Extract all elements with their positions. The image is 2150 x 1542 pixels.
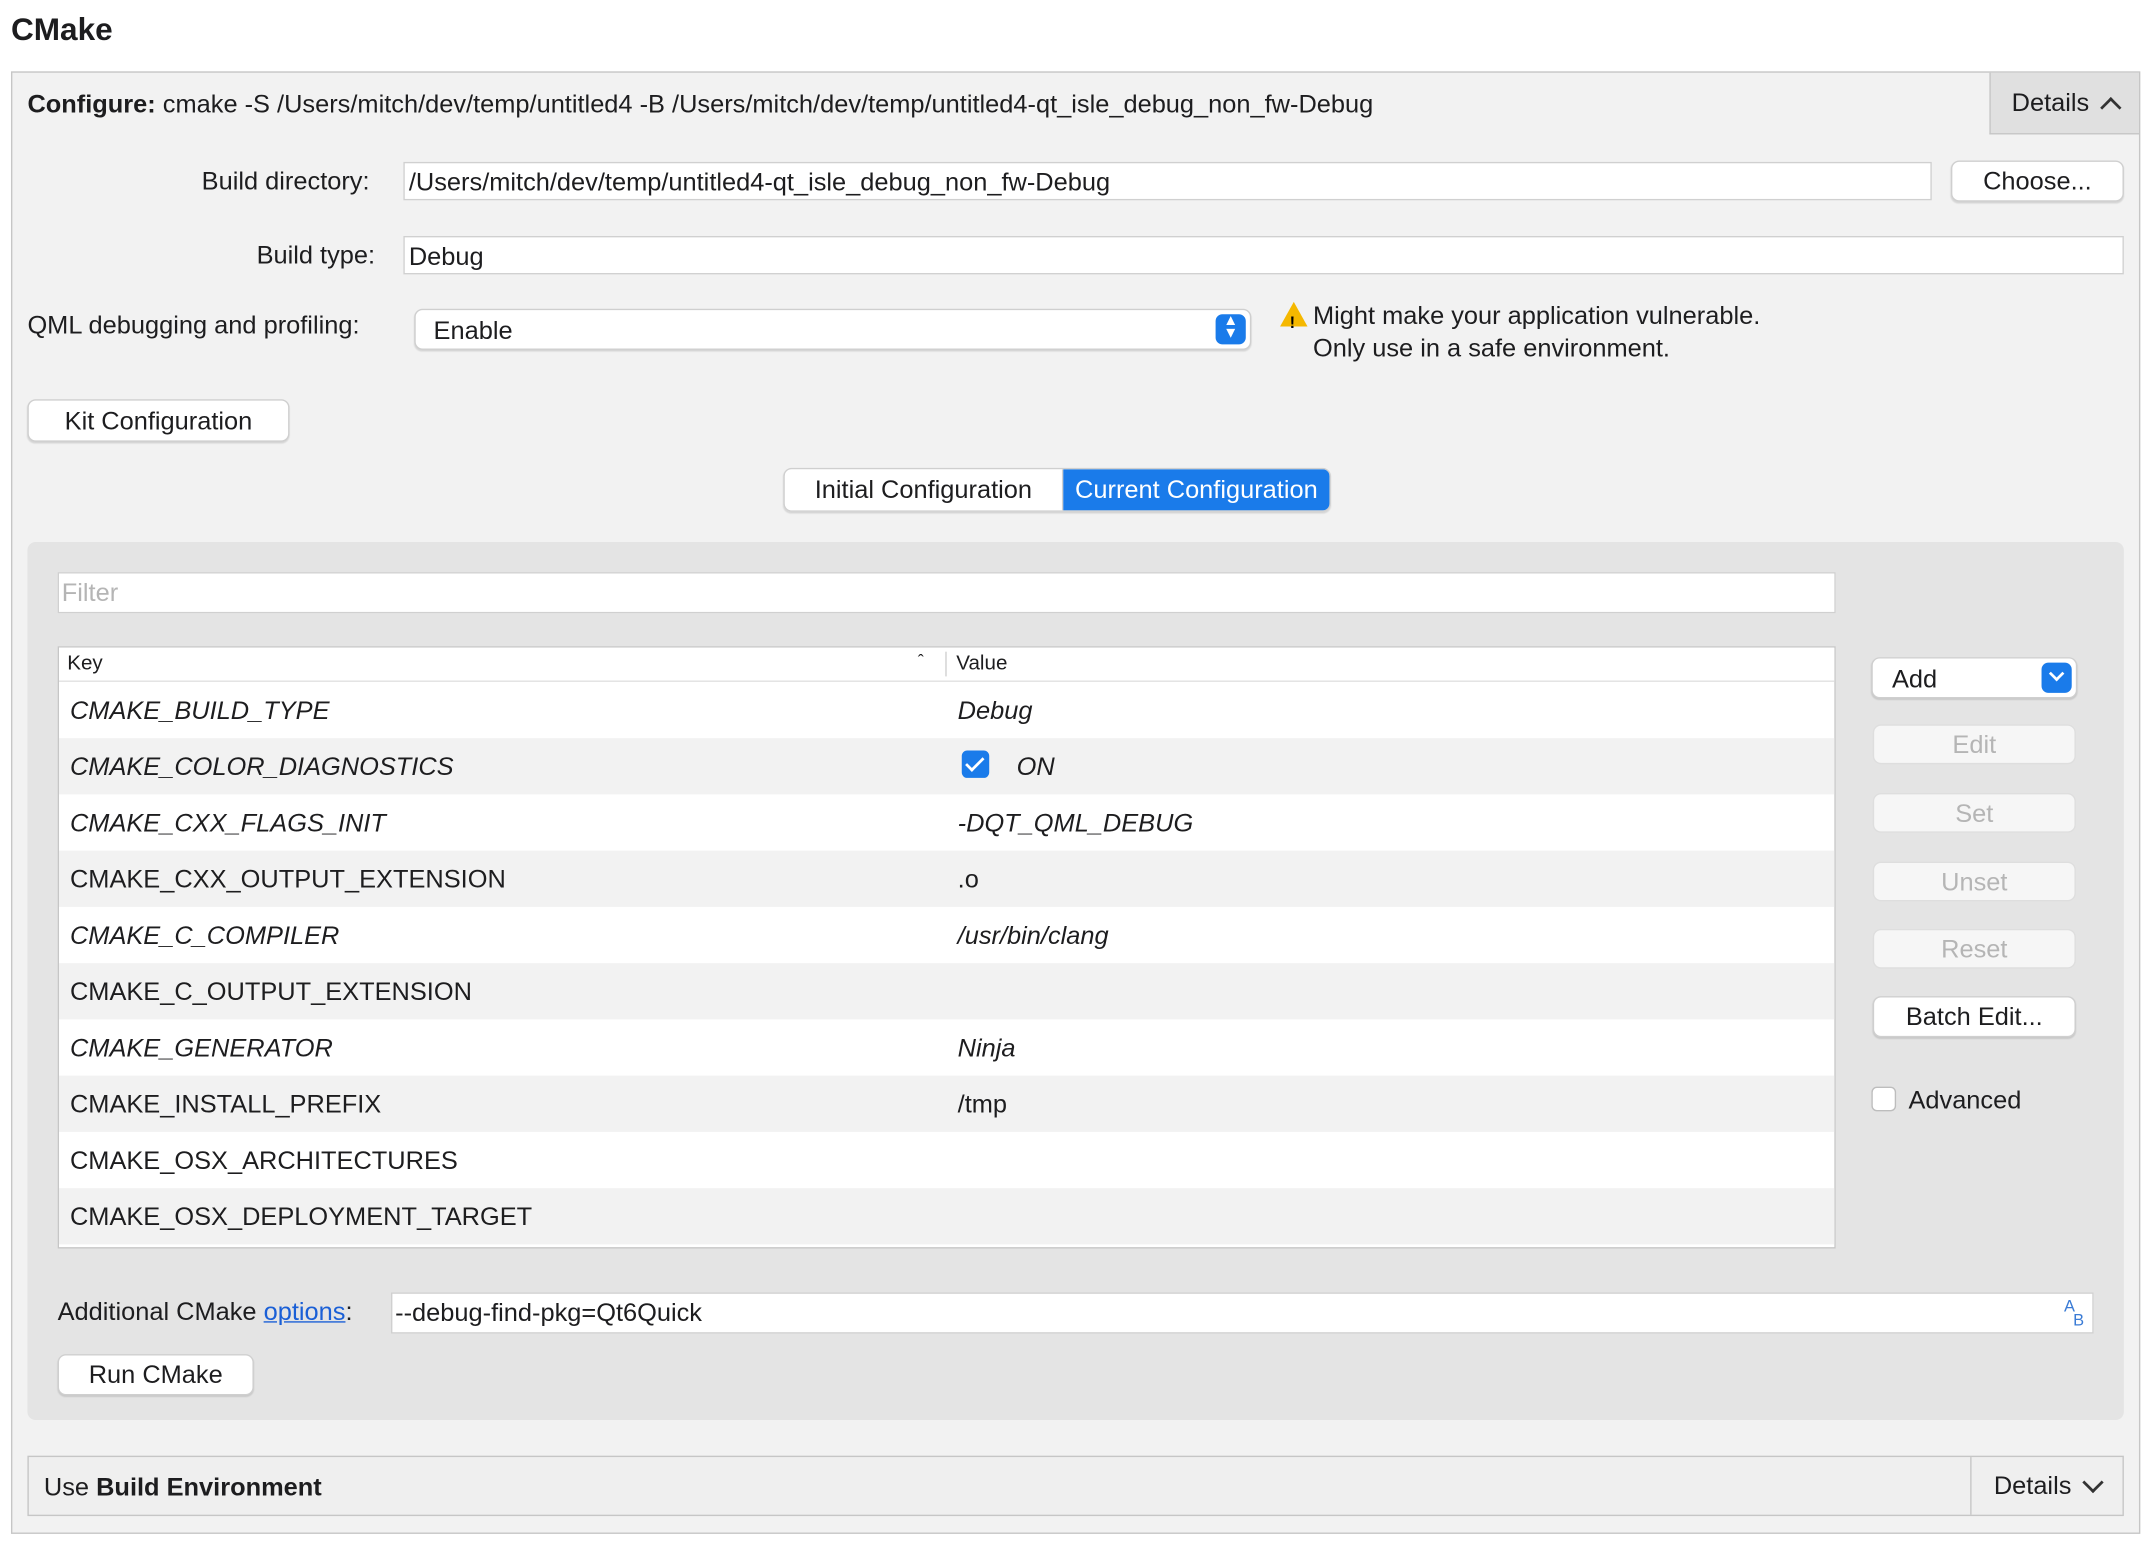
table-row[interactable]: CMAKE_GENERATOR Ninja bbox=[59, 1019, 1834, 1075]
row-key: CMAKE_OSX_DEPLOYMENT_TARGET bbox=[69, 1201, 533, 1231]
row-value: Ninja bbox=[957, 1033, 1016, 1062]
row-value: -DQT_QML_DEBUG bbox=[957, 808, 1194, 837]
sort-ascending-icon: ˆ bbox=[917, 650, 924, 671]
row-key: CMAKE_COLOR_DIAGNOSTICS bbox=[69, 751, 454, 781]
warning-triangle-icon: ! bbox=[1280, 301, 1308, 332]
configure-command-text: cmake -S /Users/mitch/dev/temp/untitled4… bbox=[162, 89, 1374, 118]
additional-options-label: Additional CMake options: bbox=[58, 1297, 353, 1327]
tab-initial-configuration[interactable]: Initial Configuration bbox=[784, 469, 1064, 511]
row-key: CMAKE_C_COMPILER bbox=[69, 920, 340, 950]
build-environment-prefix: Use bbox=[43, 1472, 97, 1501]
row-key: CMAKE_C_OUTPUT_EXTENSION bbox=[69, 976, 472, 1006]
add-label: Add bbox=[1891, 664, 1938, 693]
value-checkbox[interactable] bbox=[961, 750, 990, 778]
table-row[interactable]: CMAKE_C_COMPILER /usr/bin/clang bbox=[59, 907, 1834, 963]
batch-edit-button[interactable]: Batch Edit... bbox=[1872, 996, 2076, 1038]
column-divider bbox=[945, 651, 947, 677]
table-row[interactable]: CMAKE_OSX_DEPLOYMENT_TARGET bbox=[58, 1188, 1835, 1245]
build-type-label: Build type: bbox=[256, 240, 376, 269]
chevron-down-icon[interactable] bbox=[2041, 662, 2072, 693]
additional-options-input[interactable]: --debug-find-pkg=Qt6Quick A B bbox=[391, 1292, 2094, 1334]
configure-command: Configure: cmake -S /Users/mitch/dev/tem… bbox=[27, 89, 1373, 119]
warning-line-2: Only use in a safe environment. bbox=[1313, 333, 1670, 363]
configuration-area: Filter Key ˆ Value CMAKE_BUILD_TYPE Debu… bbox=[27, 541, 2124, 1421]
table-row[interactable]: CMAKE_OSX_ARCHITECTURES bbox=[59, 1132, 1834, 1188]
table-row[interactable]: CMAKE_COLOR_DIAGNOSTICS ON bbox=[58, 738, 1835, 795]
build-directory-label: Build directory: bbox=[201, 166, 370, 195]
filter-input[interactable]: Filter bbox=[57, 572, 1836, 614]
row-value: /tmp bbox=[957, 1089, 1008, 1119]
run-cmake-button[interactable]: Run CMake bbox=[57, 1354, 254, 1396]
set-button[interactable]: Set bbox=[1872, 793, 2076, 833]
cmake-settings-page: CMake Configure: cmake -S /Users/mitch/d… bbox=[0, 0, 2150, 1542]
advanced-label: Advanced bbox=[1908, 1085, 2022, 1115]
table-row[interactable]: CMAKE_CXX_FLAGS_INIT -DQT_QML_DEBUG bbox=[59, 794, 1834, 850]
warning-text: Might make your application vulnerable. … bbox=[1313, 299, 1760, 365]
configure-details-button[interactable]: Details bbox=[1989, 72, 2139, 135]
row-key: CMAKE_OSX_ARCHITECTURES bbox=[69, 1145, 458, 1175]
row-value: .o bbox=[957, 864, 979, 894]
row-key: CMAKE_BUILD_TYPE bbox=[69, 695, 330, 725]
details-label: Details bbox=[2011, 87, 2090, 117]
configure-header: Configure: cmake -S /Users/mitch/dev/tem… bbox=[12, 72, 2139, 135]
column-header-key[interactable]: Key bbox=[67, 652, 102, 675]
configure-label: Configure: bbox=[27, 89, 156, 118]
column-header-value[interactable]: Value bbox=[956, 652, 1007, 675]
warning-line-1: Might make your application vulnerable. bbox=[1313, 300, 1761, 330]
unset-button[interactable]: Unset bbox=[1872, 861, 2076, 902]
row-key: CMAKE_CXX_FLAGS_INIT bbox=[69, 808, 386, 837]
details-label: Details bbox=[1993, 1470, 2072, 1500]
row-key: CMAKE_GENERATOR bbox=[69, 1033, 333, 1062]
updown-arrows-icon: ▲ ▼ bbox=[1215, 314, 1246, 345]
edit-button[interactable]: Edit bbox=[1872, 724, 2076, 765]
additional-options-value: --debug-find-pkg=Qt6Quick bbox=[395, 1297, 702, 1327]
choose-button[interactable]: Choose... bbox=[1950, 160, 2124, 202]
table-header: Key ˆ Value bbox=[58, 647, 1835, 682]
qml-debugging-value: Enable bbox=[433, 315, 513, 345]
advanced-checkbox[interactable] bbox=[1871, 1086, 1897, 1112]
text-case-icon[interactable]: A B bbox=[2064, 1298, 2084, 1328]
table-row[interactable]: CMAKE_INSTALL_PREFIX /tmp bbox=[58, 1075, 1835, 1132]
options-link[interactable]: options bbox=[264, 1297, 346, 1326]
table-row[interactable]: CMAKE_CXX_OUTPUT_EXTENSION .o bbox=[58, 850, 1835, 907]
reset-button[interactable]: Reset bbox=[1872, 928, 2076, 969]
additional-options-prefix: Additional CMake bbox=[57, 1296, 264, 1326]
chevron-up-icon bbox=[2099, 96, 2122, 118]
row-value: Debug bbox=[957, 695, 1033, 725]
chevron-down-icon bbox=[2082, 1471, 2104, 1493]
table-row[interactable]: CMAKE_BUILD_TYPE Debug bbox=[59, 682, 1834, 738]
row-value: /usr/bin/clang bbox=[957, 920, 1109, 950]
add-button[interactable]: Add bbox=[1871, 657, 2078, 699]
configuration-tabs: Initial Configuration Current Configurat… bbox=[783, 467, 1331, 512]
tab-current-configuration[interactable]: Current Configuration bbox=[1063, 469, 1330, 511]
row-key: CMAKE_INSTALL_PREFIX bbox=[69, 1089, 382, 1119]
qml-debugging-label: QML debugging and profiling: bbox=[27, 310, 360, 339]
kit-configuration-button[interactable]: Kit Configuration bbox=[27, 399, 290, 442]
qml-debugging-select[interactable]: Enable ▲ ▼ bbox=[414, 308, 1252, 350]
row-value: ON bbox=[1016, 751, 1055, 781]
additional-options-suffix: : bbox=[345, 1296, 353, 1326]
cmake-variables-table: Key ˆ Value CMAKE_BUILD_TYPE Debug CMAKE… bbox=[57, 646, 1836, 1249]
build-environment-bold: Build Environment bbox=[96, 1472, 322, 1501]
table-row[interactable]: CMAKE_C_OUTPUT_EXTENSION bbox=[58, 963, 1835, 1020]
build-directory-field[interactable]: /Users/mitch/dev/temp/untitled4-qt_isle_… bbox=[403, 161, 1932, 201]
build-environment-title: Use Build Environment bbox=[44, 1472, 322, 1502]
row-key: CMAKE_CXX_OUTPUT_EXTENSION bbox=[69, 864, 506, 894]
build-environment-section: Use Build Environment Details bbox=[27, 1455, 2124, 1517]
build-environment-details-button[interactable]: Details bbox=[1970, 1457, 2122, 1515]
section-title: CMake bbox=[10, 10, 113, 47]
configure-panel: Configure: cmake -S /Users/mitch/dev/tem… bbox=[10, 71, 2141, 1534]
build-type-field[interactable]: Debug bbox=[403, 235, 2124, 275]
